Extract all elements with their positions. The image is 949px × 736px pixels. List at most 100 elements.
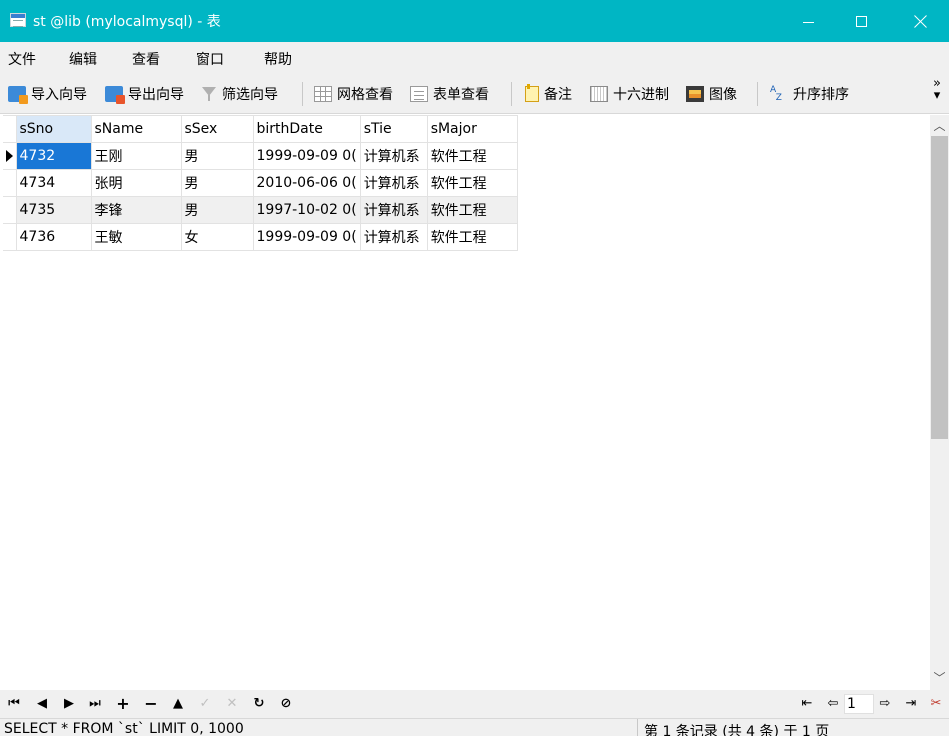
column-header-ssex[interactable]: sSex [180, 115, 254, 143]
grid-view-label: 网格查看 [337, 87, 393, 103]
table-row[interactable]: 4735 李锋 男 1997-10-02 0( 计算机系 软件工程 [3, 196, 518, 224]
table-cell[interactable]: 软件工程 [426, 142, 518, 170]
table-cell[interactable]: 1997-10-02 0( [252, 196, 361, 224]
memo-icon [525, 84, 539, 102]
table-cell[interactable]: 4735 [15, 196, 92, 224]
column-header-sname[interactable]: sName [90, 115, 182, 143]
table-cell[interactable]: 计算机系 [359, 142, 428, 170]
table-cell[interactable]: 软件工程 [426, 223, 518, 251]
first-record-icon[interactable]: ⏮ [6, 695, 22, 713]
table-cell[interactable]: 计算机系 [359, 196, 428, 224]
table-cell[interactable]: 4736 [15, 223, 92, 251]
filter-wizard-button[interactable]: 筛选向导 [201, 83, 278, 105]
table-cell[interactable]: 1999-09-09 0( [252, 223, 361, 251]
form-view-button[interactable]: 表单查看 [410, 83, 489, 105]
scroll-down-icon[interactable]: ﹀ [930, 669, 949, 688]
toolbar-divider [302, 82, 303, 106]
toolbar-divider [757, 82, 758, 106]
close-icon [914, 14, 928, 28]
data-table: sSno sName sSex birthDate sTie sMajor 47… [3, 115, 518, 251]
tools-icon[interactable]: ✂ [927, 695, 945, 713]
add-record-icon[interactable]: + [115, 695, 131, 713]
export-wizard-button[interactable]: 导出向导 [105, 83, 184, 105]
apply-changes-icon[interactable]: ▲ [170, 695, 186, 713]
row-indicator [3, 223, 17, 251]
menu-edit[interactable]: 编辑 [69, 49, 97, 69]
memo-label: 备注 [544, 87, 572, 103]
row-indicator [3, 142, 17, 170]
menu-view[interactable]: 查看 [132, 49, 160, 69]
column-header-birthdate[interactable]: birthDate [252, 115, 361, 143]
image-button[interactable]: 图像 [686, 83, 737, 105]
table-cell[interactable]: 计算机系 [359, 169, 428, 197]
first-page-icon[interactable]: ⇤ [798, 695, 816, 713]
table-cell[interactable]: 1999-09-09 0( [252, 142, 361, 170]
table-cell[interactable]: 计算机系 [359, 223, 428, 251]
table-cell[interactable]: 男 [180, 196, 254, 224]
grid-view-button[interactable]: 网格查看 [314, 83, 393, 105]
data-grid[interactable]: sSno sName sSex birthDate sTie sMajor 47… [0, 115, 930, 690]
table-cell[interactable]: 软件工程 [426, 169, 518, 197]
hex-button[interactable]: 十六进制 [590, 83, 669, 105]
discard-changes-icon[interactable]: ✕ [224, 695, 240, 713]
previous-page-icon[interactable]: ⇦ [824, 695, 842, 713]
column-header-stie[interactable]: sTie [359, 115, 428, 143]
row-indicator [3, 196, 17, 224]
table-cell[interactable]: 4732 [15, 142, 92, 170]
minimize-button[interactable] [785, 0, 831, 42]
table-icon [10, 13, 26, 27]
vertical-scrollbar[interactable]: ︿ ﹀ [930, 115, 949, 690]
form-view-label: 表单查看 [433, 87, 489, 103]
import-wizard-button[interactable]: 导入向导 [8, 83, 87, 105]
toolbar-overflow-button[interactable]: » ▾ [930, 77, 944, 102]
window-title: st @lib (mylocalmysql) - 表 [33, 14, 221, 30]
table-cell[interactable]: 4734 [15, 169, 92, 197]
table-cell[interactable]: 男 [180, 169, 254, 197]
import-wizard-label: 导入向导 [31, 87, 87, 103]
table-row[interactable]: 4732 王刚 男 1999-09-09 0( 计算机系 软件工程 [3, 142, 518, 170]
maximize-button[interactable] [838, 0, 884, 42]
status-record-info: 第 1 条记录 (共 4 条) 于 1 页 [644, 724, 830, 736]
export-wizard-label: 导出向导 [128, 87, 184, 103]
scrollbar-thumb[interactable] [931, 136, 948, 439]
row-indicator [3, 169, 17, 197]
column-header-smajor[interactable]: sMajor [426, 115, 518, 143]
column-header-ssno[interactable]: sSno [15, 115, 92, 143]
commit-icon[interactable]: ✓ [197, 695, 213, 713]
stop-icon[interactable]: ⊘ [278, 695, 294, 713]
table-cell[interactable]: 男 [180, 142, 254, 170]
status-sql-query: SELECT * FROM `st` LIMIT 0, 1000 [4, 721, 244, 736]
export-icon [105, 86, 125, 104]
refresh-icon[interactable]: ↻ [251, 695, 267, 713]
table-cell[interactable]: 李锋 [90, 196, 182, 224]
import-icon [8, 86, 28, 104]
previous-record-icon[interactable]: ◀ [34, 695, 50, 713]
menu-window[interactable]: 窗口 [196, 49, 224, 69]
sort-ascending-label: 升序排序 [793, 87, 849, 103]
image-icon [686, 86, 704, 102]
table-cell[interactable]: 女 [180, 223, 254, 251]
last-record-icon[interactable]: ⏭ [87, 695, 103, 713]
menu-help[interactable]: 帮助 [264, 49, 292, 69]
page-number-input[interactable]: 1 [844, 694, 874, 714]
delete-record-icon[interactable]: − [143, 695, 159, 713]
last-page-icon[interactable]: ⇥ [902, 695, 920, 713]
table-cell[interactable]: 王敏 [90, 223, 182, 251]
table-cell[interactable]: 2010-06-06 0( [252, 169, 361, 197]
table-cell[interactable]: 王刚 [90, 142, 182, 170]
table-row[interactable]: 4734 张明 男 2010-06-06 0( 计算机系 软件工程 [3, 169, 518, 197]
hex-icon [590, 86, 608, 102]
next-page-icon[interactable]: ⇨ [876, 695, 894, 713]
scroll-up-icon[interactable]: ︿ [930, 117, 949, 136]
maximize-icon [855, 15, 867, 27]
close-button[interactable] [898, 0, 944, 42]
table-cell[interactable]: 软件工程 [426, 196, 518, 224]
menu-file[interactable]: 文件 [8, 49, 36, 69]
filter-wizard-label: 筛选向导 [222, 87, 278, 103]
status-bar: SELECT * FROM `st` LIMIT 0, 1000 第 1 条记录… [0, 718, 949, 736]
next-record-icon[interactable]: ▶ [61, 695, 77, 713]
table-row[interactable]: 4736 王敏 女 1999-09-09 0( 计算机系 软件工程 [3, 223, 518, 251]
sort-ascending-button[interactable]: A Z 升序排序 [770, 83, 849, 105]
memo-button[interactable]: 备注 [525, 83, 572, 105]
table-cell[interactable]: 张明 [90, 169, 182, 197]
